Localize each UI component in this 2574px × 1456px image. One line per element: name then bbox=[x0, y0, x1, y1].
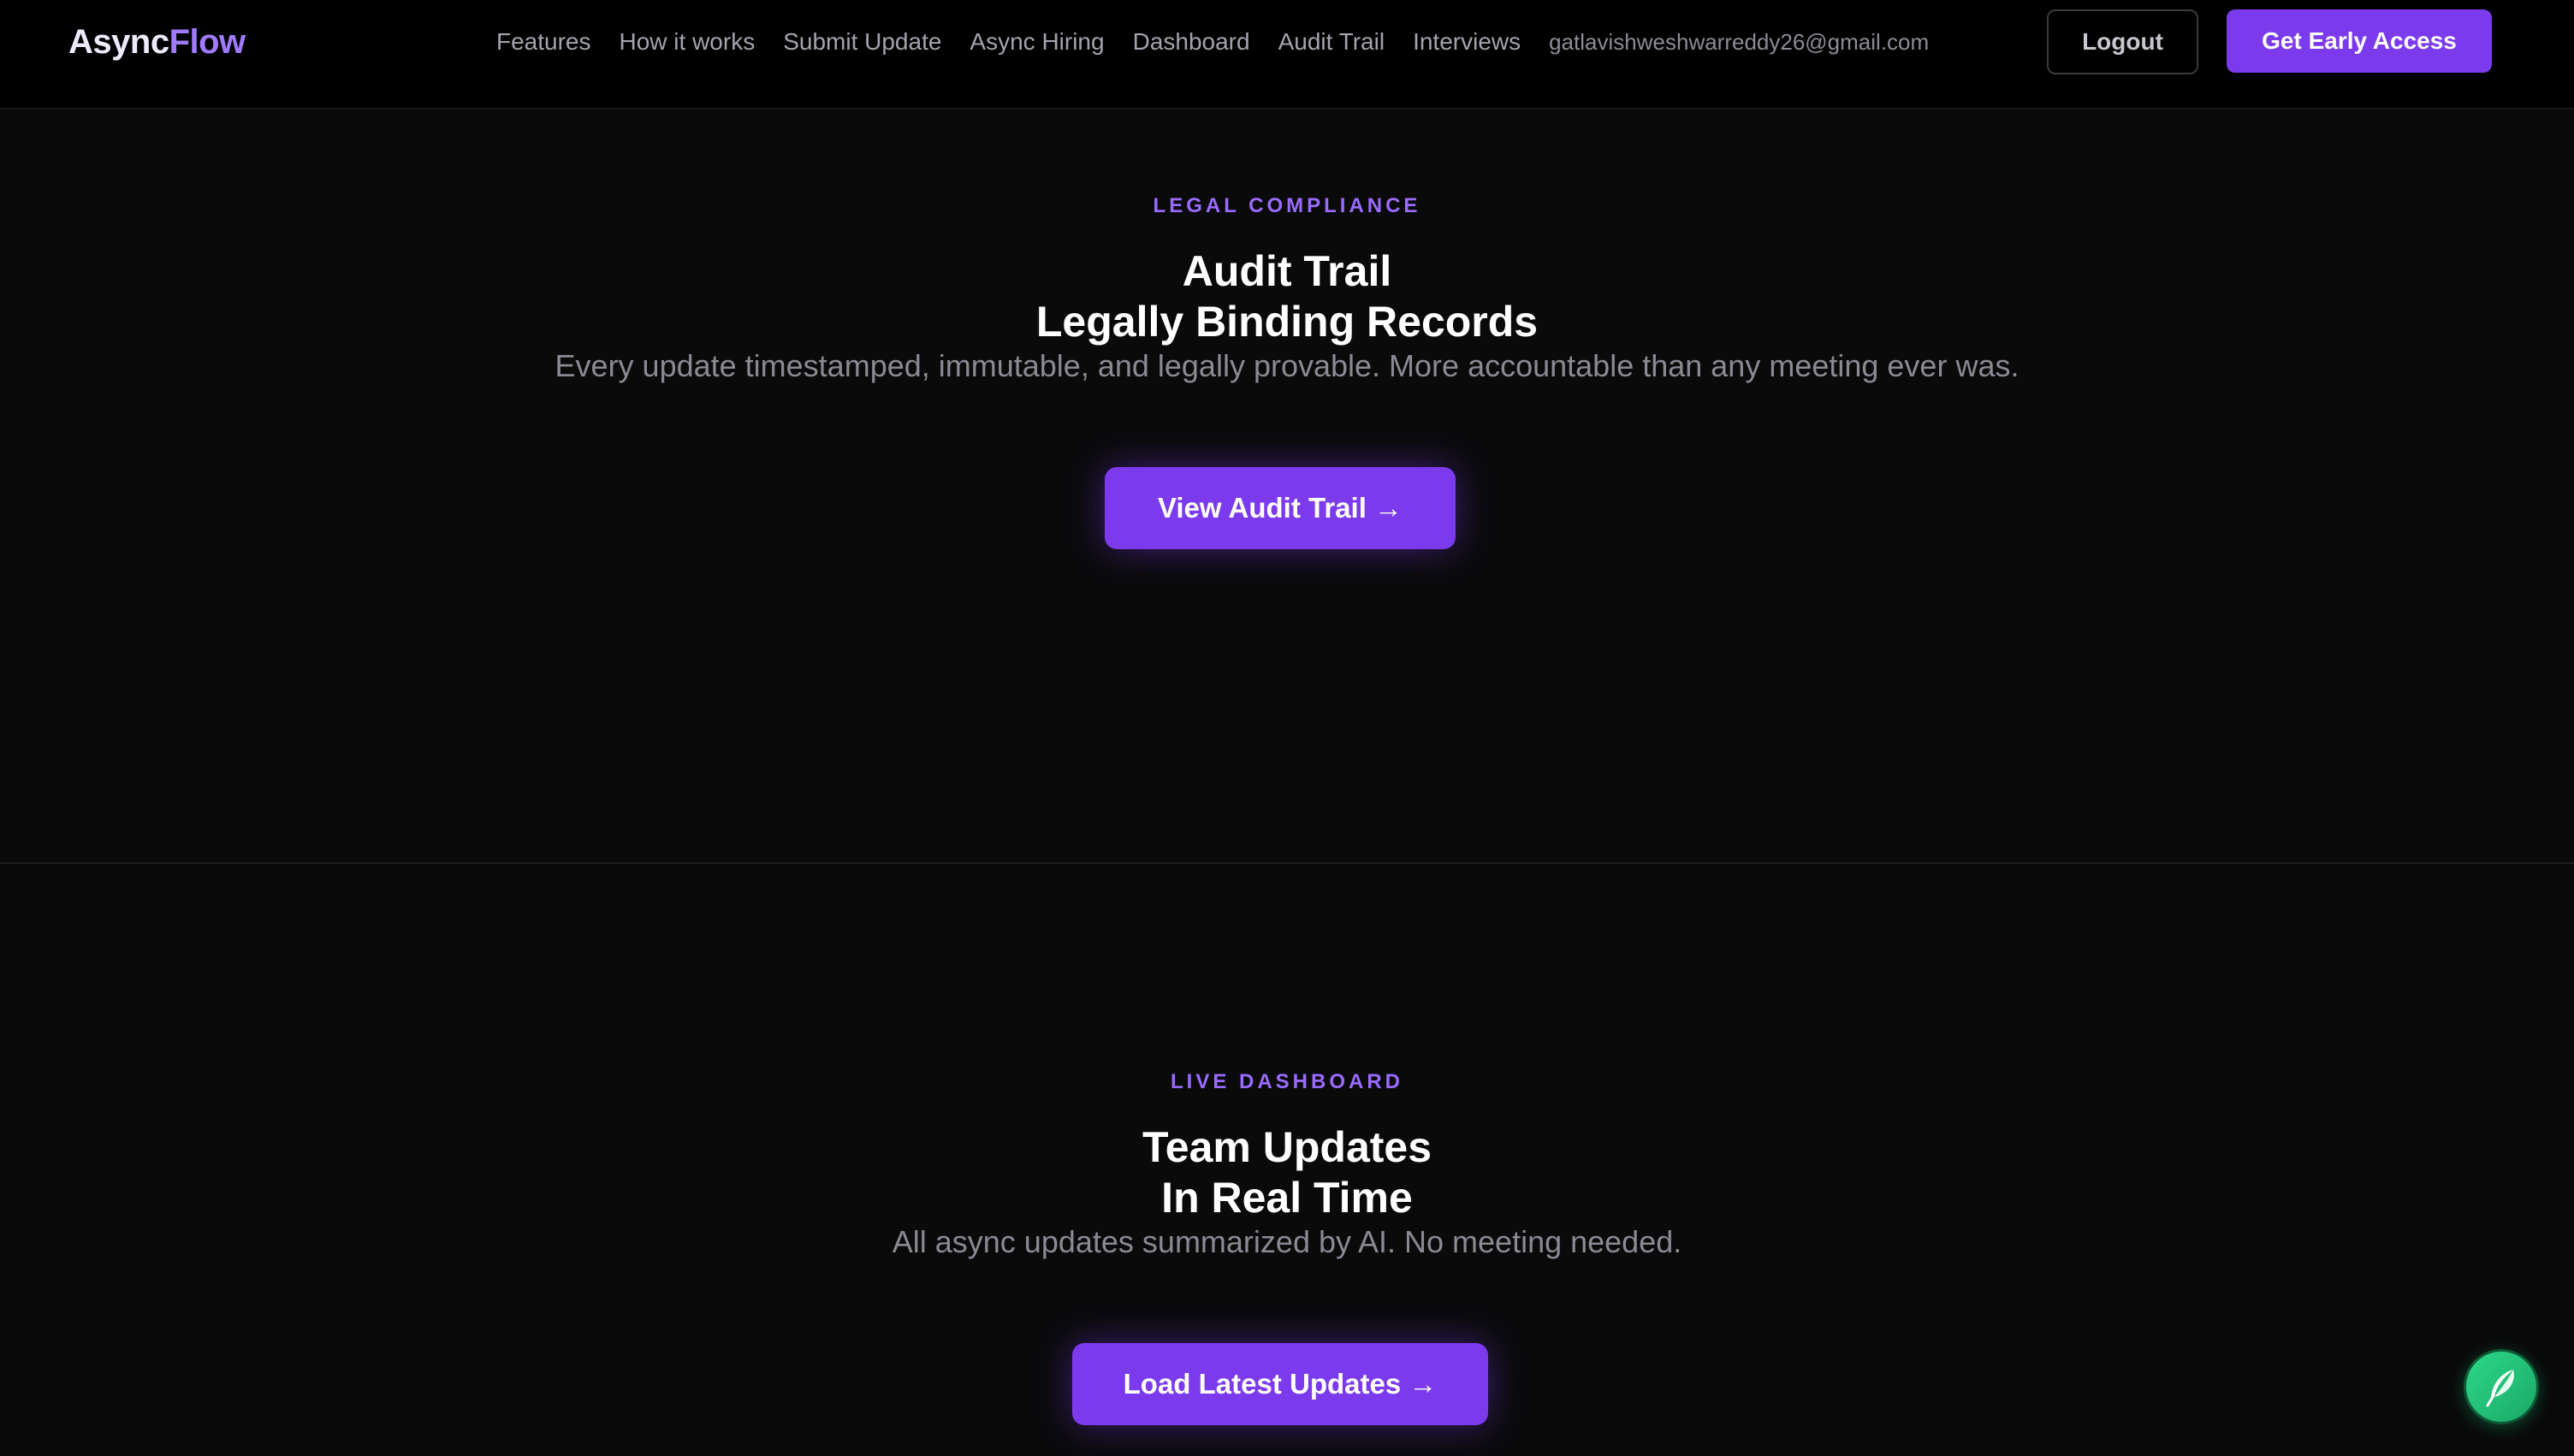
section-title-line2: In Real Time bbox=[1161, 1174, 1413, 1222]
section-subtitle: Every update timestamped, immutable, and… bbox=[555, 348, 2019, 383]
floating-action-button[interactable] bbox=[2464, 1349, 2539, 1424]
nav-link-interviews[interactable]: Interviews bbox=[1413, 22, 1521, 62]
section-eyebrow: LEGAL COMPLIANCE bbox=[1153, 194, 1421, 217]
load-latest-updates-button[interactable]: Load Latest Updates → bbox=[1072, 1343, 1488, 1425]
nav-link-submit-update[interactable]: Submit Update bbox=[783, 22, 941, 62]
user-email: gatlavishweshwarreddy26@gmail.com bbox=[1549, 29, 1930, 55]
page: AsyncFlow Features How it works Submit U… bbox=[0, 0, 2574, 1456]
nav-link-dashboard[interactable]: Dashboard bbox=[1133, 22, 1250, 62]
view-audit-trail-button[interactable]: View Audit Trail → bbox=[1105, 467, 1456, 549]
brand-logo[interactable]: AsyncFlow bbox=[68, 21, 246, 63]
live-dashboard-section: LIVE DASHBOARD Team Updates In Real Time… bbox=[0, 864, 2574, 1456]
nav-link-how-it-works[interactable]: How it works bbox=[620, 22, 756, 62]
section-title-line1: Team Updates bbox=[1142, 1123, 1432, 1171]
audit-trail-section: LEGAL COMPLIANCE Audit Trail Legally Bin… bbox=[0, 111, 2574, 862]
section-subtitle: All async updates summarized by AI. No m… bbox=[892, 1224, 1682, 1259]
section-eyebrow: LIVE DASHBOARD bbox=[1170, 1070, 1403, 1093]
nav-link-audit-trail[interactable]: Audit Trail bbox=[1278, 22, 1385, 62]
nav-link-features[interactable]: Features bbox=[496, 22, 591, 62]
nav-links: Features How it works Submit Update Asyn… bbox=[496, 22, 1929, 62]
section-title-line1: Audit Trail bbox=[1182, 247, 1392, 295]
brand-name-part1: Async bbox=[68, 23, 169, 61]
feather-icon bbox=[2482, 1366, 2520, 1407]
nav-link-async-hiring[interactable]: Async Hiring bbox=[970, 22, 1104, 62]
get-early-access-button[interactable]: Get Early Access bbox=[2227, 9, 2492, 73]
brand-name-part2: Flow bbox=[169, 23, 246, 61]
logout-button[interactable]: Logout bbox=[2047, 9, 2198, 74]
top-nav: AsyncFlow Features How it works Submit U… bbox=[0, 0, 2574, 109]
section-title-line2: Legally Binding Records bbox=[1035, 298, 1539, 346]
